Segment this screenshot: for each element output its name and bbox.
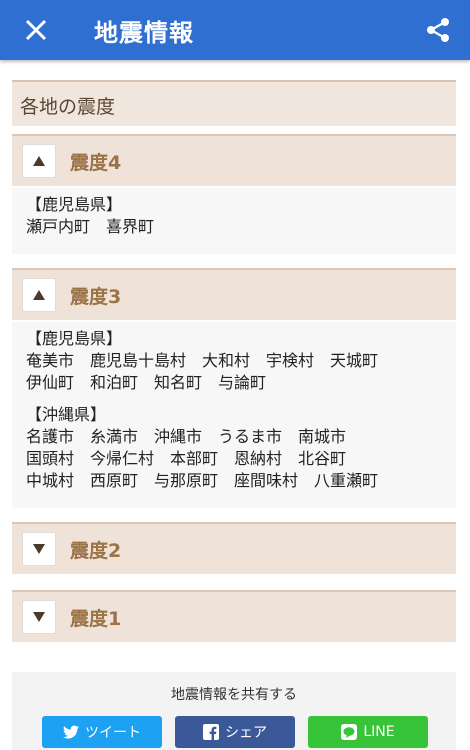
chevron-up-icon	[33, 156, 45, 166]
group-header-shindo1[interactable]: 震度1	[12, 590, 456, 642]
group-title: 震度3	[70, 286, 122, 308]
city-list: 伊仙町 和泊町 知名町 与論町	[26, 373, 267, 392]
share-label: 地震情報を共有する	[171, 687, 297, 703]
prefecture-block: 【鹿児島県】 奄美市 鹿児島十島村 大和村 宇検村 天城町 伊仙町 和泊町 知名…	[26, 328, 456, 394]
app-bar: 地震情報	[0, 0, 470, 60]
tweet-button[interactable]: ツイート	[42, 716, 162, 748]
prefecture-block: 【沖縄県】 名護市 糸満市 沖縄市 うるま市 南城市 国頭村 今帰仁村 本部町 …	[26, 404, 456, 492]
group-body-shindo3: 【鹿児島県】 奄美市 鹿児島十島村 大和村 宇検村 天城町 伊仙町 和泊町 知名…	[12, 322, 456, 508]
share-icon[interactable]	[424, 16, 452, 44]
city-list: 瀬戸内町 喜界町	[26, 217, 155, 236]
page-title: 地震情報	[94, 19, 194, 47]
facebook-label: シェア	[225, 725, 267, 741]
close-icon[interactable]	[22, 16, 50, 44]
group-header-shindo3[interactable]: 震度3	[12, 268, 456, 320]
section-title: 各地の震度	[20, 96, 116, 118]
group-title: 震度4	[70, 152, 122, 174]
twitter-bird-icon	[63, 725, 79, 739]
group-title: 震度2	[70, 540, 122, 562]
share-area: 地震情報を共有する ツイート シェア LINE	[12, 672, 456, 750]
tweet-label: ツイート	[85, 725, 141, 741]
prefecture-name: 【沖縄県】	[26, 405, 107, 424]
section-header: 各地の震度	[12, 80, 456, 126]
chevron-down-icon	[33, 544, 45, 554]
group-header-shindo4[interactable]: 震度4	[12, 134, 456, 186]
city-list: 中城村 西原町 与那原町 座間味村 八重瀬町	[26, 471, 379, 490]
group-header-shindo2[interactable]: 震度2	[12, 522, 456, 574]
city-list: 国頭村 今帰仁村 本部町 恩納村 北谷町	[26, 449, 347, 468]
line-icon	[341, 724, 358, 740]
line-label: LINE	[363, 724, 395, 740]
group-title: 震度1	[70, 608, 122, 630]
city-list: 名護市 糸満市 沖縄市 うるま市 南城市	[26, 427, 347, 446]
expand-button[interactable]	[22, 600, 56, 634]
group-body-shindo4: 【鹿児島県】 瀬戸内町 喜界町	[12, 188, 456, 254]
prefecture-block: 【鹿児島県】 瀬戸内町 喜界町	[26, 194, 456, 238]
city-list: 奄美市 鹿児島十島村 大和村 宇検村 天城町	[26, 351, 379, 370]
collapse-button[interactable]	[22, 144, 56, 178]
facebook-share-button[interactable]: シェア	[175, 716, 295, 748]
line-share-button[interactable]: LINE	[308, 716, 428, 748]
collapse-button[interactable]	[22, 278, 56, 312]
prefecture-name: 【鹿児島県】	[26, 195, 123, 214]
chevron-down-icon	[33, 612, 45, 622]
expand-button[interactable]	[22, 532, 56, 566]
chevron-up-icon	[33, 290, 45, 300]
prefecture-name: 【鹿児島県】	[26, 329, 123, 348]
facebook-icon	[203, 724, 219, 740]
